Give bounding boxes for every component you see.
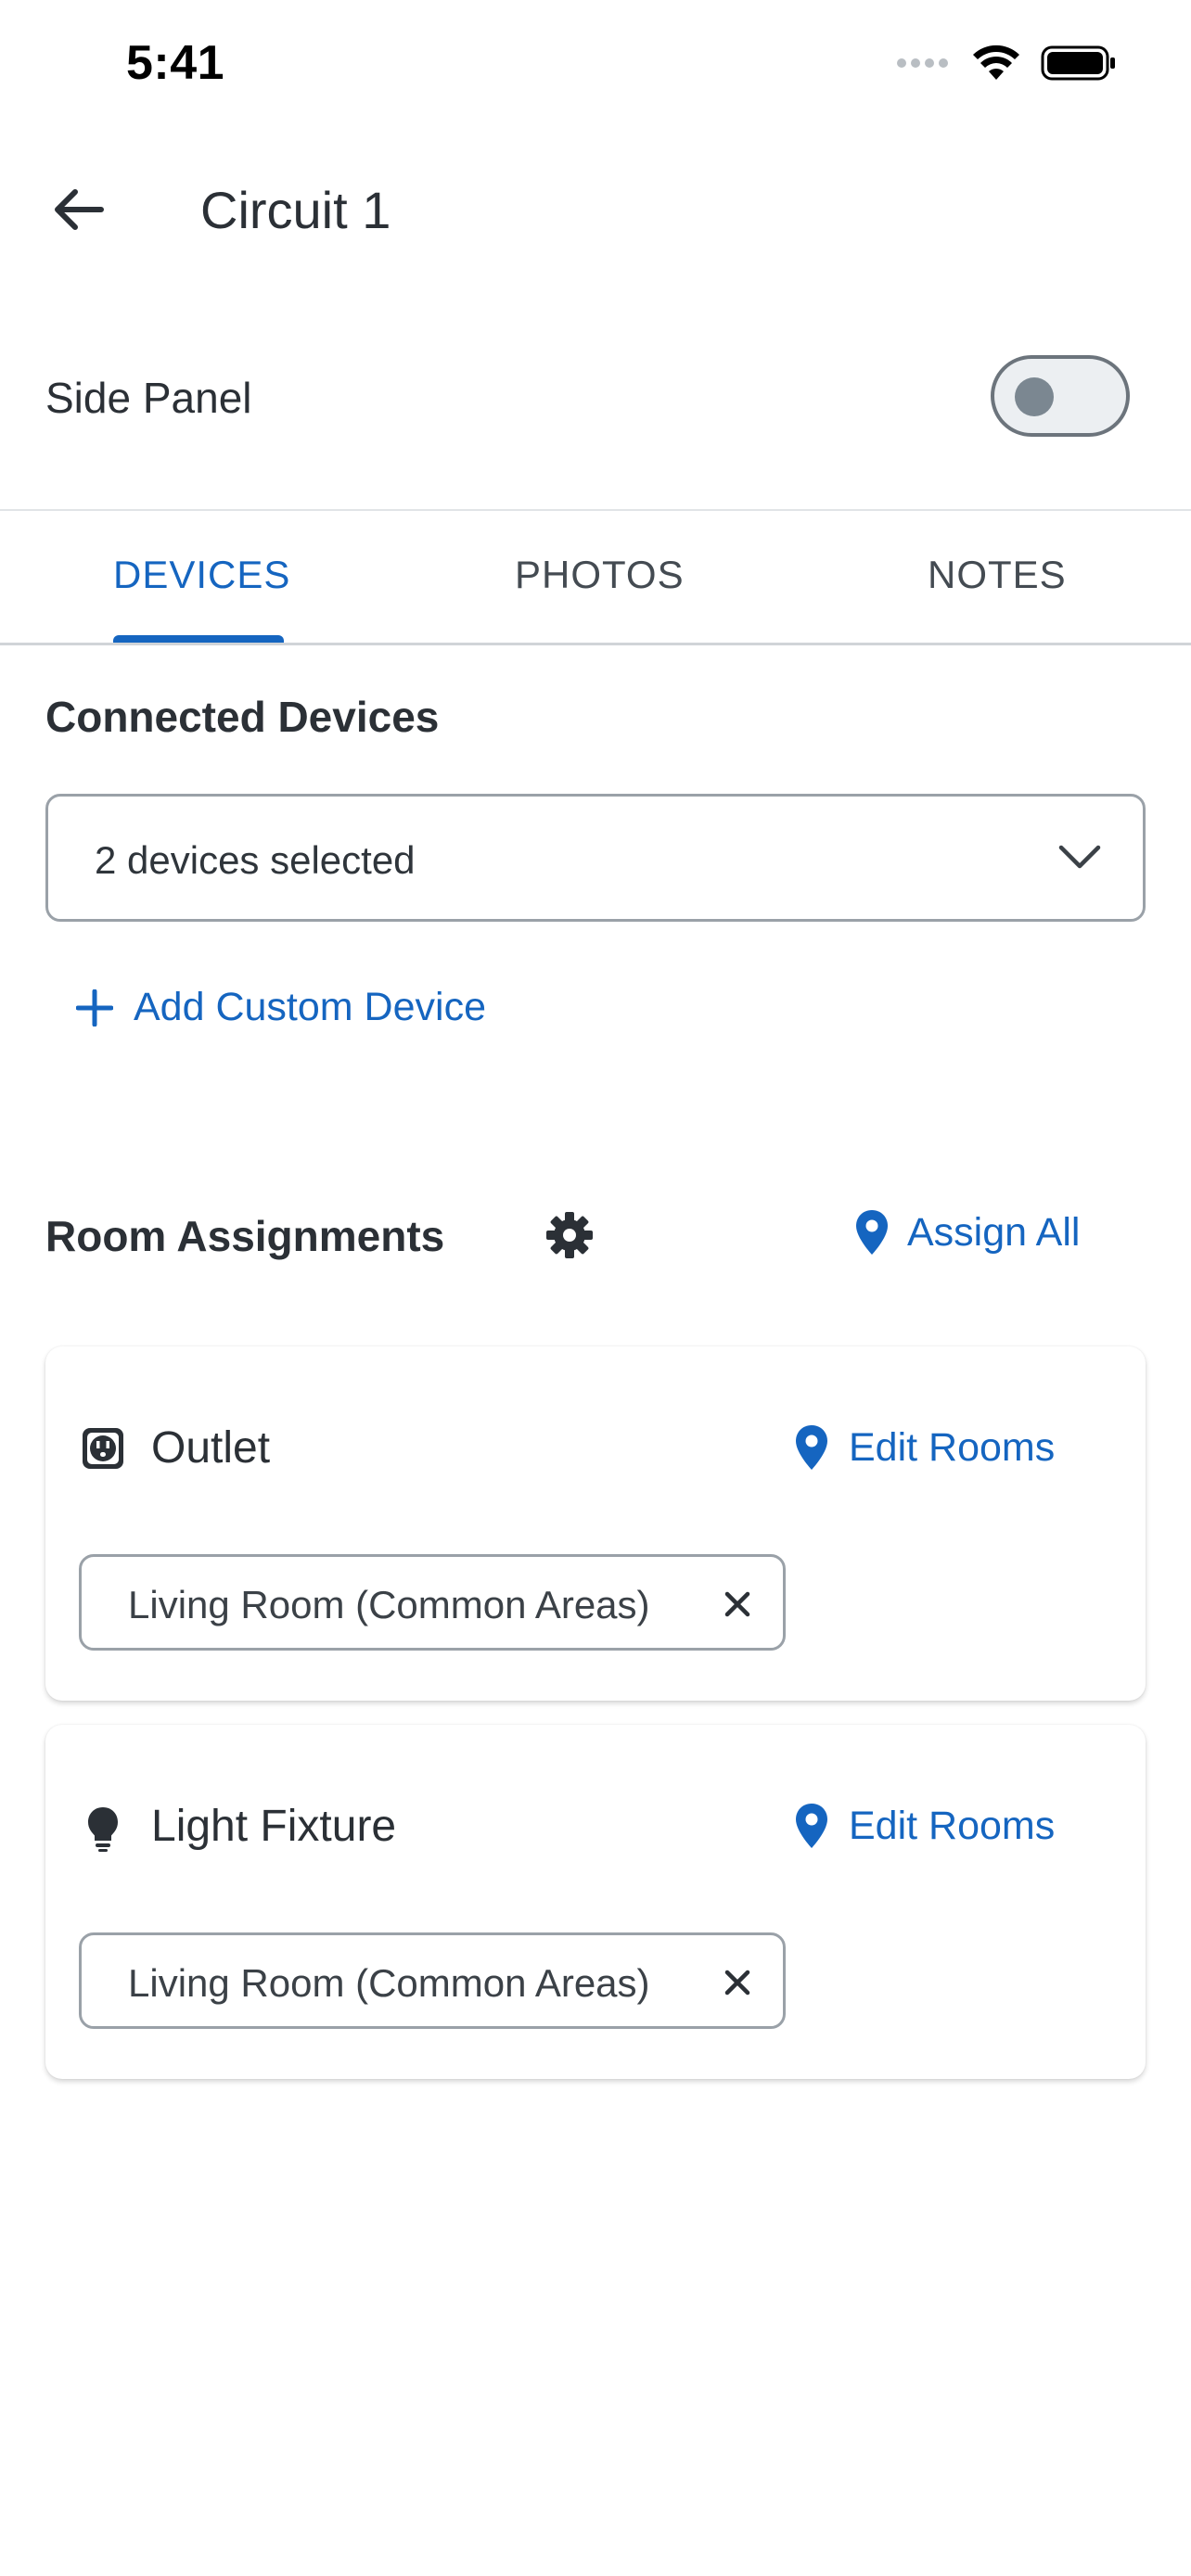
tab-photos[interactable]: PHOTOS xyxy=(515,553,685,597)
close-icon[interactable] xyxy=(722,1588,753,1620)
device-card-light-fixture: Light Fixture Edit Rooms Living Room (Co… xyxy=(45,1725,1146,2079)
divider xyxy=(0,509,1191,511)
room-chip-label: Living Room (Common Areas) xyxy=(128,1583,650,1626)
settings-button[interactable] xyxy=(545,1211,594,1264)
edit-rooms-button[interactable]: Edit Rooms xyxy=(795,1424,1055,1471)
room-chip: Living Room (Common Areas) xyxy=(79,1932,786,2029)
back-button[interactable] xyxy=(45,176,111,243)
add-custom-device-label: Add Custom Device xyxy=(134,985,486,1029)
side-panel-toggle[interactable] xyxy=(991,355,1130,437)
plus-icon xyxy=(76,988,113,1027)
status-icons xyxy=(896,45,1117,82)
status-time: 5:41 xyxy=(126,36,225,90)
add-custom-device-button[interactable]: Add Custom Device xyxy=(76,985,486,1030)
assign-all-label: Assign All xyxy=(907,1209,1081,1255)
assign-all-button[interactable]: Assign All xyxy=(855,1209,1080,1256)
toggle-knob xyxy=(1015,377,1054,416)
wifi-icon xyxy=(973,45,1019,80)
connected-devices-title: Connected Devices xyxy=(45,693,440,741)
gear-icon xyxy=(546,1212,593,1258)
room-chip-label: Living Room (Common Areas) xyxy=(128,1961,650,2005)
edit-rooms-label: Edit Rooms xyxy=(849,1803,1056,1848)
cellular-signal-icon xyxy=(897,58,948,68)
arrow-left-icon xyxy=(55,189,104,230)
room-assignments-title: Room Assignments xyxy=(45,1212,445,1260)
device-name: Outlet xyxy=(151,1423,271,1473)
edit-rooms-label: Edit Rooms xyxy=(849,1424,1056,1470)
room-chip: Living Room (Common Areas) xyxy=(79,1554,786,1651)
chevron-down-icon xyxy=(1058,845,1101,869)
connected-devices-select[interactable]: 2 devices selected xyxy=(45,794,1146,922)
outlet-icon xyxy=(83,1428,123,1469)
location-pin-icon xyxy=(796,1804,827,1848)
device-card-outlet: Outlet Edit Rooms Living Room (Common Ar… xyxy=(45,1346,1146,1701)
page-title: Circuit 1 xyxy=(200,181,391,239)
lightbulb-icon xyxy=(88,1807,118,1852)
device-name: Light Fixture xyxy=(151,1802,397,1851)
tabs-divider xyxy=(0,643,1191,645)
tab-notes[interactable]: NOTES xyxy=(928,553,1067,597)
side-panel-label: Side Panel xyxy=(45,374,252,422)
tab-devices[interactable]: DEVICES xyxy=(113,553,290,597)
edit-rooms-button[interactable]: Edit Rooms xyxy=(795,1803,1055,1849)
location-pin-icon xyxy=(856,1210,888,1255)
battery-icon xyxy=(1041,45,1115,81)
location-pin-icon xyxy=(796,1425,827,1470)
close-icon[interactable] xyxy=(722,1967,753,1998)
select-value: 2 devices selected xyxy=(95,838,416,882)
